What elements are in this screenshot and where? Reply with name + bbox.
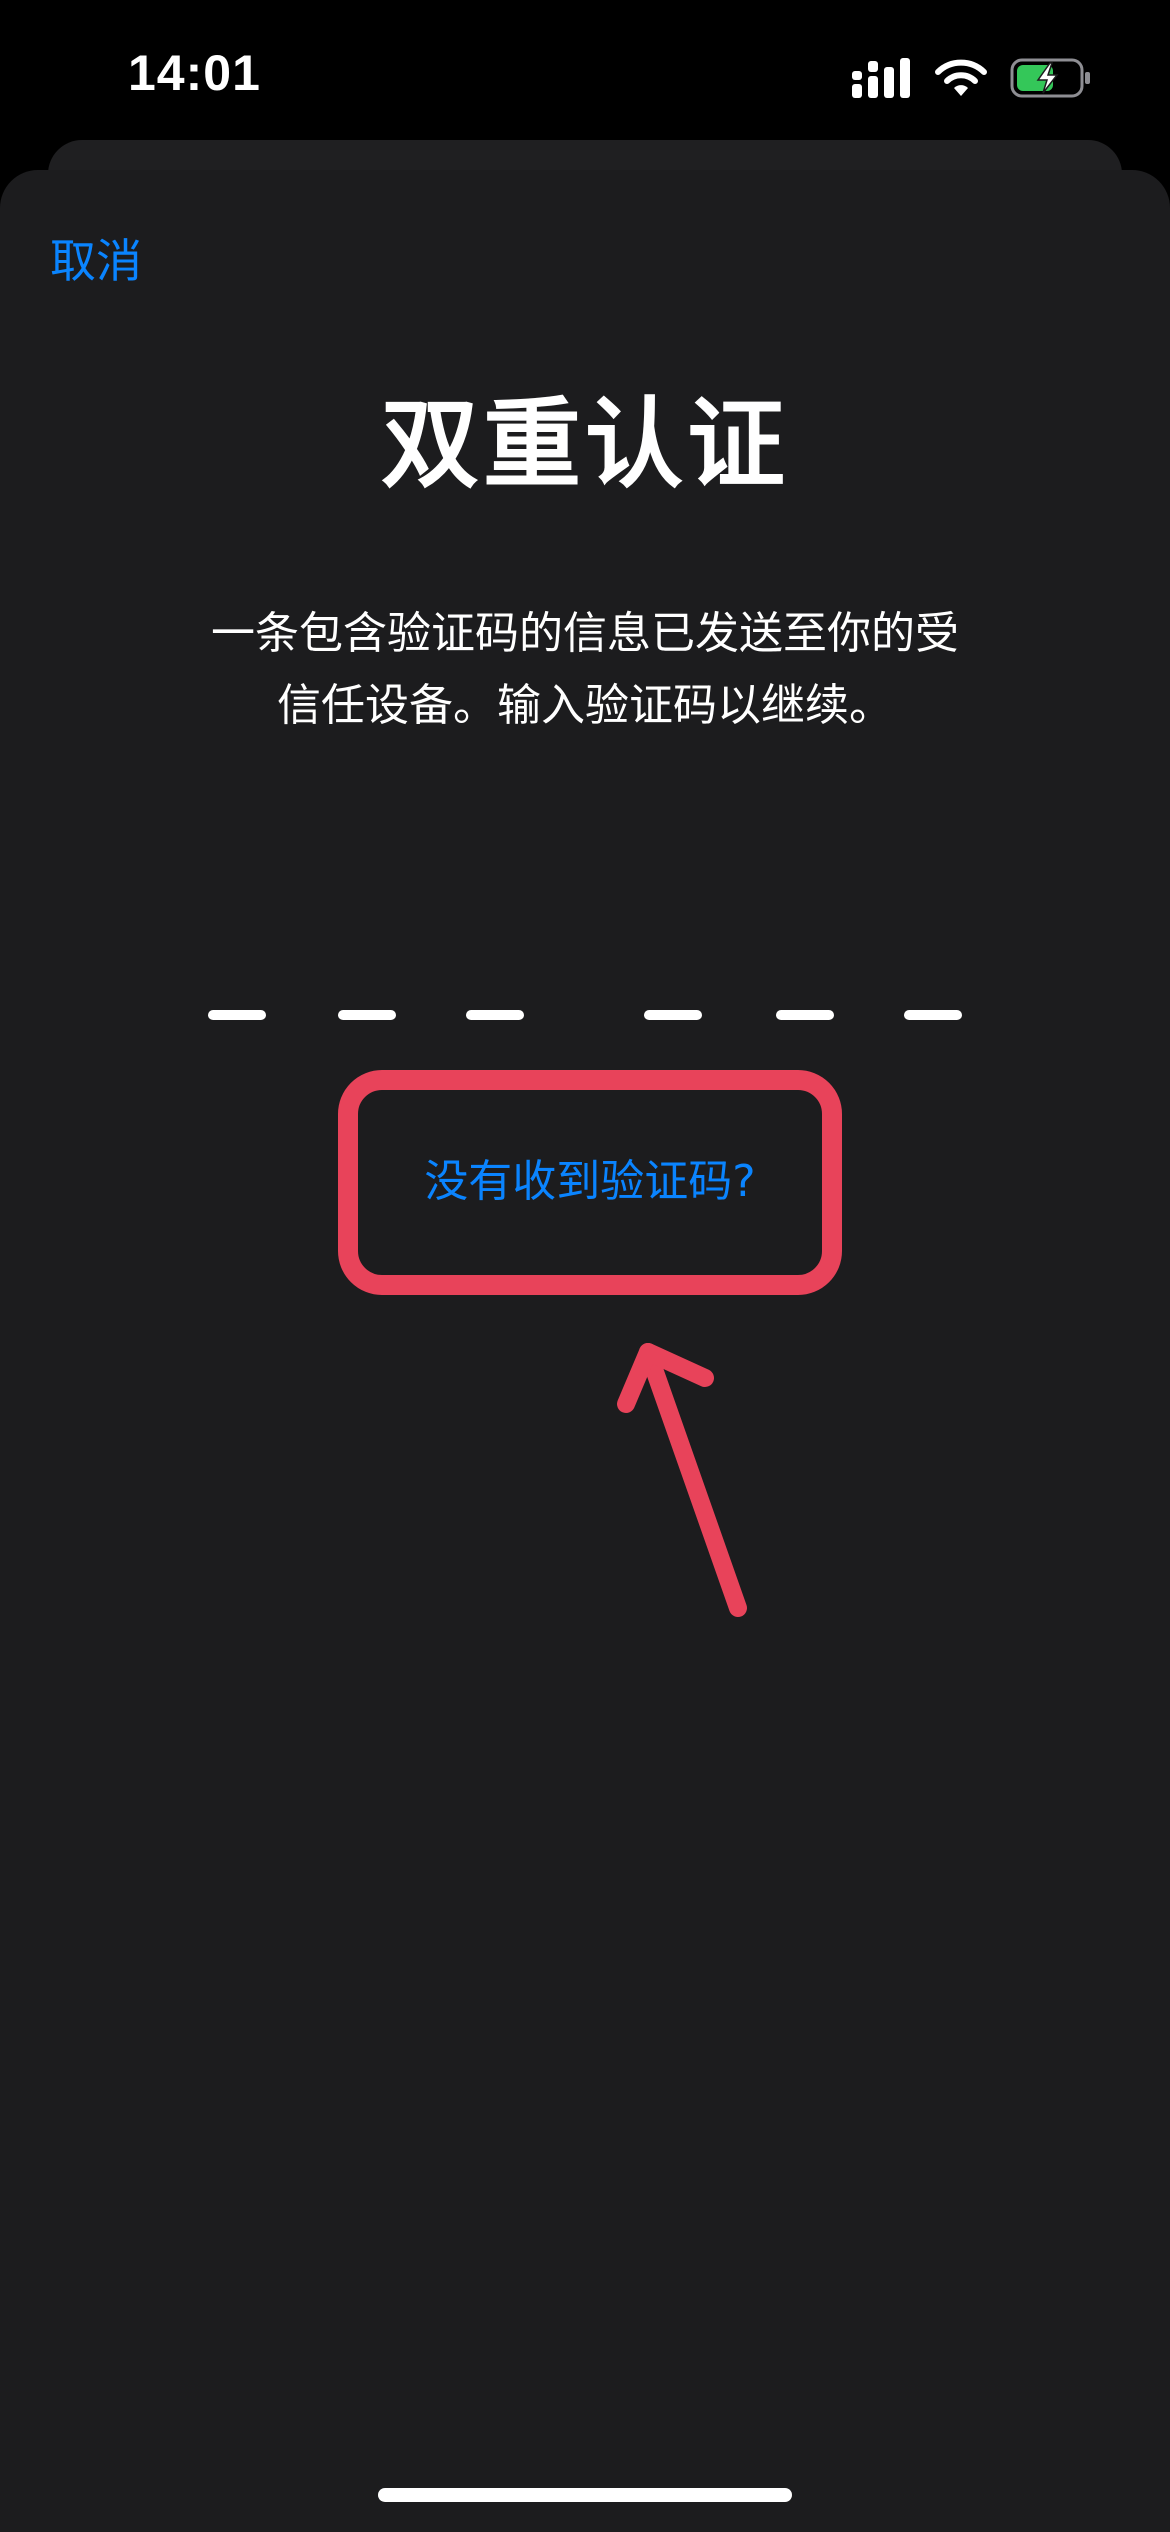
instructions-line-2: 信任设备。输入验证码以继续。 <box>277 680 893 731</box>
home-indicator[interactable] <box>378 2488 792 2502</box>
code-digit-slot <box>776 1010 834 1020</box>
cellular-signal-icon <box>852 58 910 98</box>
status-time: 14:01 <box>128 45 261 101</box>
cancel-button[interactable]: 取消 <box>50 225 142 291</box>
status-icons <box>852 50 1092 106</box>
code-digit-slot <box>904 1010 962 1020</box>
status-bar: 14:01 <box>0 0 1170 150</box>
page-title: 双重认证 <box>380 388 789 502</box>
didnt-receive-code-link[interactable]: 没有收到验证码? <box>340 1072 840 1282</box>
code-digit-slot <box>208 1010 266 1020</box>
instructions-line-1: 一条包含验证码的信息已发送至你的受 <box>211 608 959 659</box>
instructions-text: 一条包含验证码的信息已发送至你的受 信任设备。输入验证码以继续。 <box>130 598 1040 742</box>
code-digit-slot <box>644 1010 702 1020</box>
wifi-icon <box>935 59 987 96</box>
code-digit-slot <box>338 1010 396 1020</box>
battery-charging-icon <box>1010 58 1090 98</box>
verification-code-input[interactable] <box>0 1000 1170 1030</box>
two-factor-sheet <box>0 170 1170 2532</box>
code-digit-slot <box>466 1010 524 1020</box>
